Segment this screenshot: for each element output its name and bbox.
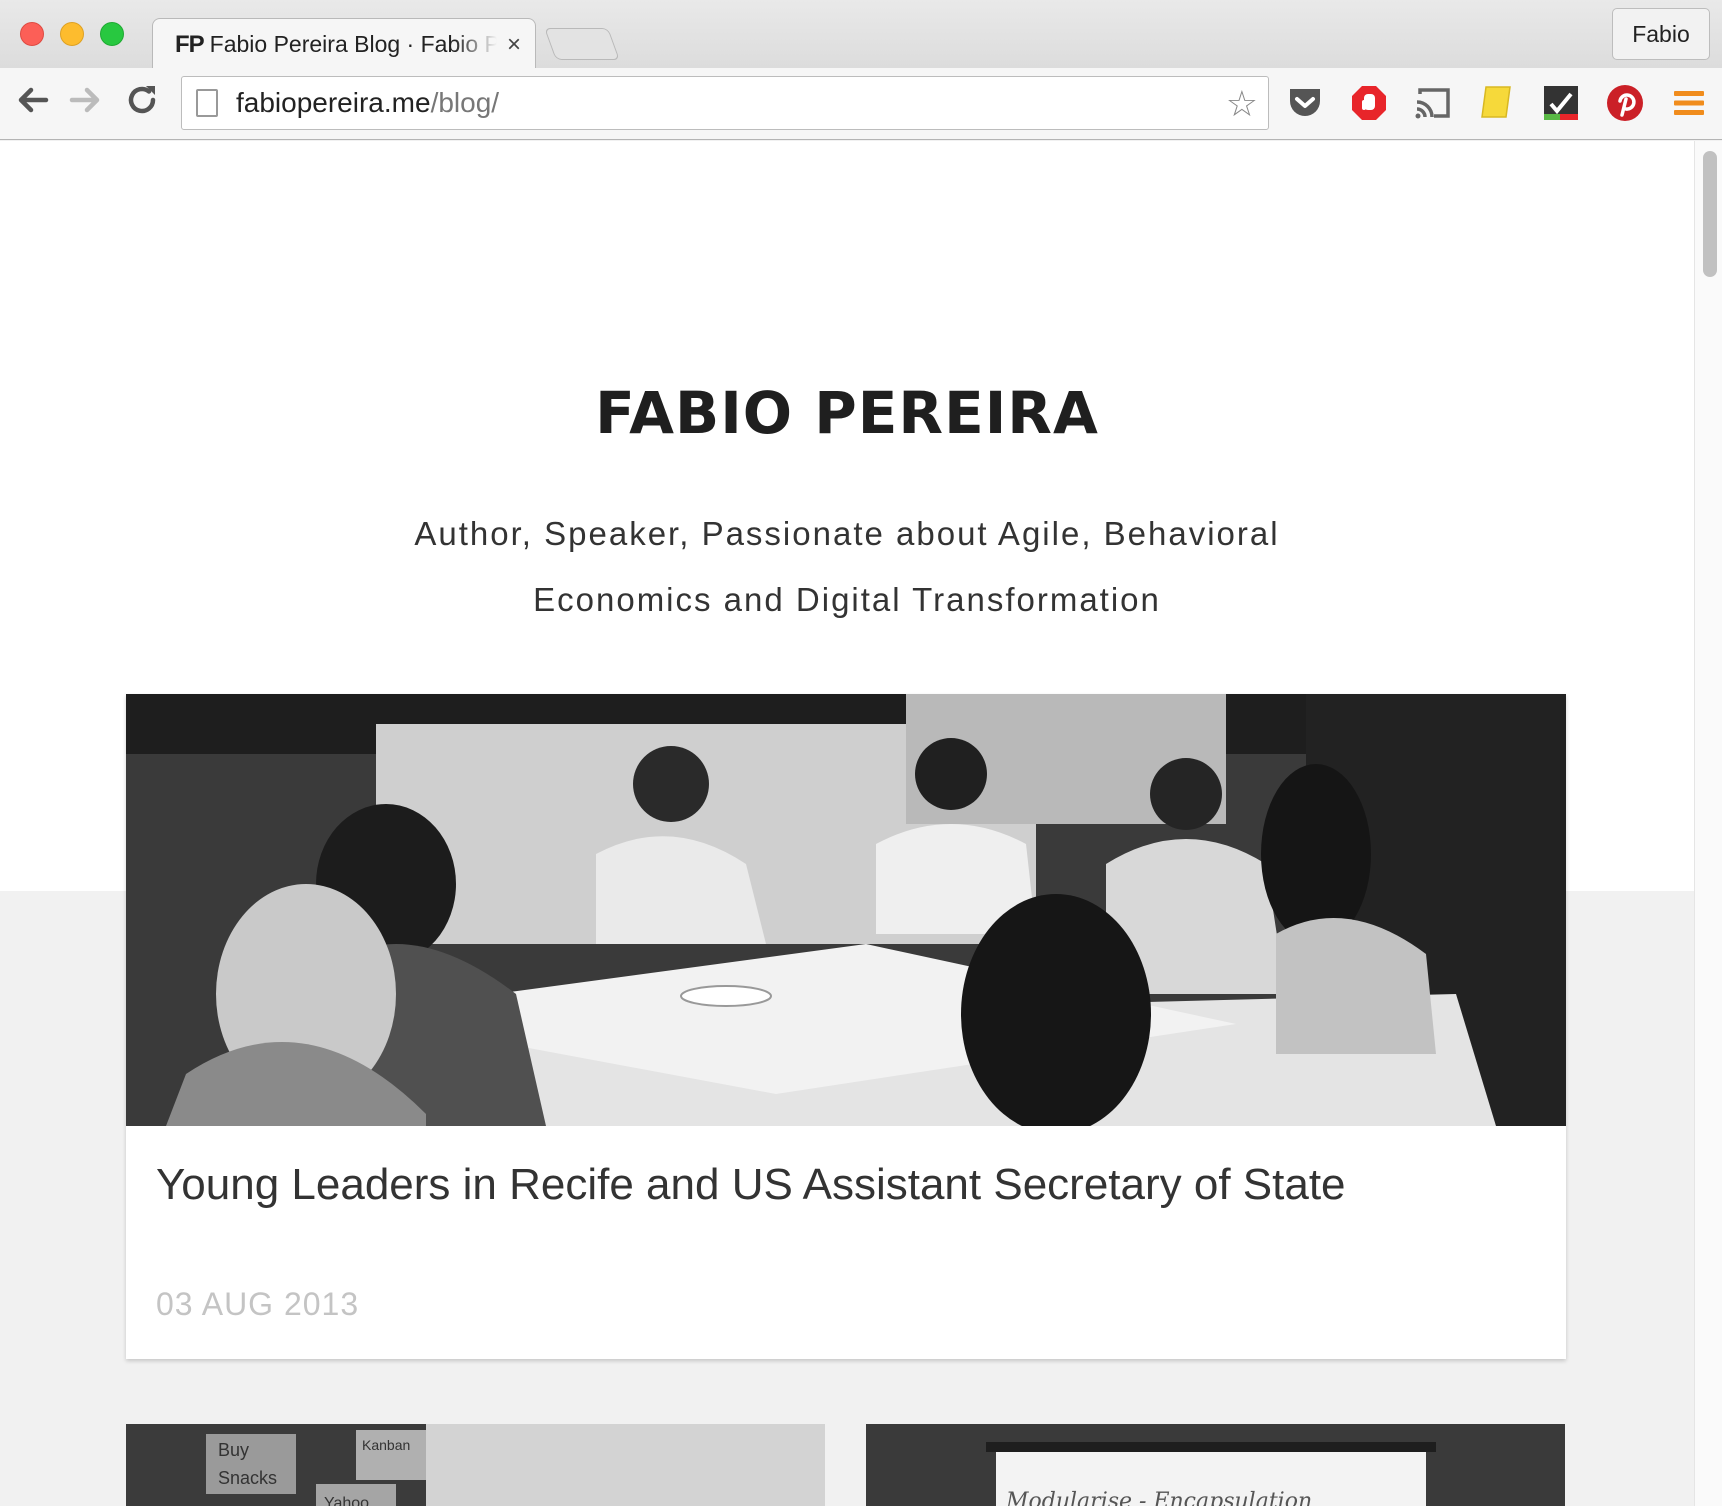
post-card-right[interactable]: Modularise - Encapsulation	[866, 1424, 1565, 1506]
post-card-left[interactable]: Buy Snacks Kanban Yahoo	[126, 1424, 825, 1506]
checklist-icon[interactable]	[1542, 84, 1580, 122]
site-tagline: Author, Speaker, Passionate about Agile,…	[414, 515, 1280, 618]
profile-button[interactable]: Fabio	[1612, 8, 1710, 60]
featured-post-date: 03 AUG 2013	[156, 1286, 360, 1322]
menu-icon[interactable]	[1670, 84, 1708, 122]
post-image-right[interactable]: Modularise - Encapsulation	[866, 1424, 1565, 1506]
browser-titlebar: FP Fabio Pereira Blog · Fabio P × Fabio	[0, 0, 1722, 70]
browser-tab-active[interactable]: FP Fabio Pereira Blog · Fabio P ×	[152, 18, 536, 70]
tab-title: Fabio Pereira Blog · Fabio P	[209, 31, 497, 57]
post-image-left[interactable]: Buy Snacks Kanban Yahoo	[126, 1424, 825, 1506]
minimize-window-button[interactable]	[60, 22, 84, 46]
back-arrow-icon[interactable]	[10, 82, 54, 126]
featured-post-title[interactable]: Young Leaders in Recife and US Assistant…	[156, 1160, 1346, 1210]
page-viewport: FABIO PEREIRA Author, Speaker, Passionat…	[0, 141, 1694, 1506]
address-bar[interactable]: fabiopereira.me/blog/ ☆	[181, 76, 1269, 130]
featured-post-image[interactable]	[126, 694, 1566, 1126]
sticky-note-icon[interactable]	[1478, 84, 1516, 122]
url-host: fabiopereira.me	[236, 87, 431, 118]
site-title[interactable]: FABIO PEREIRA	[0, 379, 1694, 447]
post-image-left-text-2: Snacks	[218, 1468, 277, 1488]
favicon-icon: FP	[175, 30, 205, 58]
featured-post-card[interactable]: Young Leaders in Recife and US Assistant…	[126, 694, 1566, 1359]
scrollbar-thumb[interactable]	[1703, 151, 1717, 277]
address-url: fabiopereira.me/blog/	[236, 87, 499, 119]
post-image-left-text-4: Yahoo	[324, 1495, 369, 1506]
cast-icon[interactable]	[1414, 84, 1452, 122]
page-icon	[196, 89, 218, 117]
bookmark-star-icon[interactable]: ☆	[1226, 83, 1258, 125]
pinterest-icon[interactable]	[1606, 84, 1644, 122]
vertical-scrollbar[interactable]	[1694, 141, 1722, 1506]
adblock-stop-icon[interactable]	[1350, 84, 1388, 122]
reload-icon[interactable]	[120, 82, 164, 126]
zoom-window-button[interactable]	[100, 22, 124, 46]
browser-toolbar: fabiopereira.me/blog/ ☆	[0, 68, 1722, 140]
post-image-left-text-1: Buy	[218, 1440, 249, 1460]
pocket-icon[interactable]	[1286, 84, 1324, 122]
new-tab-button[interactable]	[544, 28, 620, 60]
tab-close-icon[interactable]: ×	[507, 31, 521, 59]
close-window-button[interactable]	[20, 22, 44, 46]
post-image-right-text: Modularise - Encapsulation	[1005, 1489, 1312, 1506]
url-path: /blog/	[430, 87, 500, 118]
post-image-left-text-3: Kanban	[362, 1437, 410, 1453]
forward-arrow-icon[interactable]	[64, 82, 108, 126]
